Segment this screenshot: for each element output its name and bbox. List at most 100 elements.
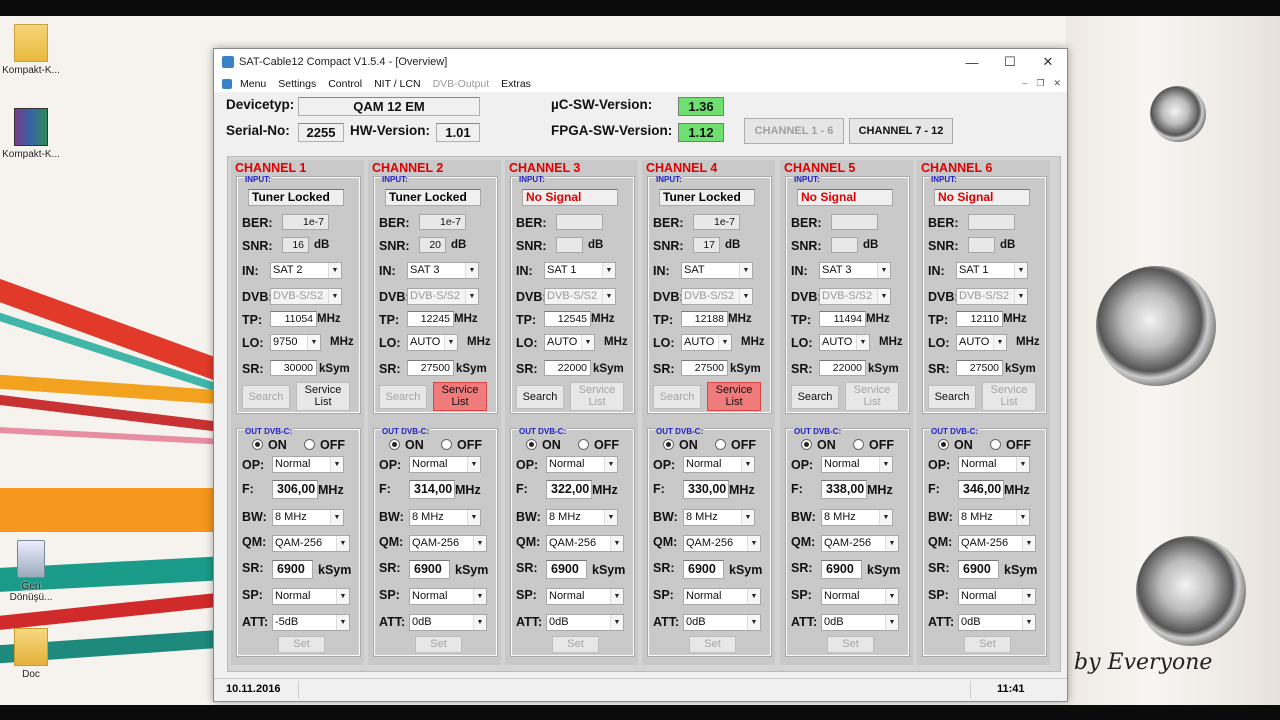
chevron-down-icon[interactable]: ▼ <box>877 263 890 278</box>
chevron-down-icon[interactable]: ▼ <box>473 615 486 630</box>
desktop-icon-kompakt-2[interactable]: Kompakt-K... <box>1 108 61 160</box>
chevron-down-icon[interactable]: ▼ <box>877 289 890 304</box>
output-sr-input[interactable]: 6900 <box>821 560 862 579</box>
chevron-down-icon[interactable]: ▼ <box>856 335 869 350</box>
search-button[interactable]: Search <box>928 385 976 409</box>
service-list-button[interactable]: Service List <box>296 382 350 411</box>
output-on-radio[interactable]: ON <box>526 438 561 452</box>
output-on-radio[interactable]: ON <box>389 438 424 452</box>
chevron-down-icon[interactable]: ▼ <box>1014 263 1027 278</box>
set-button[interactable]: Set <box>689 636 736 653</box>
menu-settings[interactable]: Settings <box>272 78 322 90</box>
service-list-button[interactable]: Service List <box>707 382 761 411</box>
sr-input[interactable]: 27500 <box>407 360 454 376</box>
output-sr-input[interactable]: 6900 <box>546 560 587 579</box>
tp-input[interactable]: 11494 <box>819 311 866 327</box>
frequency-input[interactable]: 330,00 <box>683 480 729 499</box>
input-select[interactable]: SAT 2 ▼ <box>270 262 342 279</box>
sp-select[interactable]: Normal ▼ <box>272 588 350 605</box>
modulation-select[interactable]: QAM-256 ▼ <box>958 535 1036 552</box>
input-select[interactable]: SAT ▼ <box>681 262 753 279</box>
tp-input[interactable]: 12245 <box>407 311 454 327</box>
bandwidth-select[interactable]: 8 MHz ▼ <box>409 509 481 526</box>
bandwidth-select[interactable]: 8 MHz ▼ <box>958 509 1030 526</box>
modulation-select[interactable]: QAM-256 ▼ <box>409 535 487 552</box>
chevron-down-icon[interactable]: ▼ <box>741 457 754 472</box>
modulation-select[interactable]: QAM-256 ▼ <box>272 535 350 552</box>
chevron-down-icon[interactable]: ▼ <box>473 589 486 604</box>
chevron-down-icon[interactable]: ▼ <box>1016 510 1029 525</box>
chevron-down-icon[interactable]: ▼ <box>885 536 898 551</box>
op-select[interactable]: Normal ▼ <box>958 456 1030 473</box>
sp-select[interactable]: Normal ▼ <box>409 588 487 605</box>
input-select[interactable]: SAT 1 ▼ <box>956 262 1028 279</box>
chevron-down-icon[interactable]: ▼ <box>307 335 320 350</box>
lo-select[interactable]: AUTO ▼ <box>407 334 458 351</box>
service-list-button[interactable]: Service List <box>570 382 624 411</box>
chevron-down-icon[interactable]: ▼ <box>336 615 349 630</box>
chevron-down-icon[interactable]: ▼ <box>1022 589 1035 604</box>
chevron-down-icon[interactable]: ▼ <box>739 263 752 278</box>
op-select[interactable]: Normal ▼ <box>683 456 755 473</box>
chevron-down-icon[interactable]: ▼ <box>602 289 615 304</box>
chevron-down-icon[interactable]: ▼ <box>328 263 341 278</box>
chevron-down-icon[interactable]: ▼ <box>879 510 892 525</box>
output-off-radio[interactable]: OFF <box>990 438 1031 452</box>
search-button[interactable]: Search <box>653 385 701 409</box>
bandwidth-select[interactable]: 8 MHz ▼ <box>683 509 755 526</box>
lo-select[interactable]: AUTO ▼ <box>819 334 870 351</box>
set-button[interactable]: Set <box>552 636 599 653</box>
menu-menu[interactable]: Menu <box>234 78 272 90</box>
dvb-select[interactable]: DVB-S/S2 ▼ <box>819 288 891 305</box>
chevron-down-icon[interactable]: ▼ <box>879 457 892 472</box>
chevron-down-icon[interactable]: ▼ <box>336 589 349 604</box>
chevron-down-icon[interactable]: ▼ <box>604 510 617 525</box>
frequency-input[interactable]: 346,00 <box>958 480 1004 499</box>
attenuation-select[interactable]: 0dB ▼ <box>409 614 487 631</box>
chevron-down-icon[interactable]: ▼ <box>444 335 457 350</box>
op-select[interactable]: Normal ▼ <box>821 456 893 473</box>
chevron-down-icon[interactable]: ▼ <box>1022 536 1035 551</box>
output-off-radio[interactable]: OFF <box>715 438 756 452</box>
search-button[interactable]: Search <box>242 385 290 409</box>
chevron-down-icon[interactable]: ▼ <box>739 289 752 304</box>
op-select[interactable]: Normal ▼ <box>409 456 481 473</box>
chevron-down-icon[interactable]: ▼ <box>465 289 478 304</box>
output-sr-input[interactable]: 6900 <box>683 560 724 579</box>
sp-select[interactable]: Normal ▼ <box>683 588 761 605</box>
desktop-icon-recycle-bin[interactable]: Geri Dönüşü... <box>1 540 61 603</box>
chevron-down-icon[interactable]: ▼ <box>610 589 623 604</box>
search-button[interactable]: Search <box>791 385 839 409</box>
desktop-icon-doc[interactable]: Doc <box>1 628 61 680</box>
title-bar[interactable]: SAT-Cable12 Compact V1.5.4 - [Overview] … <box>214 49 1067 75</box>
op-select[interactable]: Normal ▼ <box>546 456 618 473</box>
chevron-down-icon[interactable]: ▼ <box>336 536 349 551</box>
service-list-button[interactable]: Service List <box>982 382 1036 411</box>
input-select[interactable]: SAT 3 ▼ <box>407 262 479 279</box>
set-button[interactable]: Set <box>827 636 874 653</box>
input-select[interactable]: SAT 1 ▼ <box>544 262 616 279</box>
sp-select[interactable]: Normal ▼ <box>546 588 624 605</box>
chevron-down-icon[interactable]: ▼ <box>885 615 898 630</box>
dvb-select[interactable]: DVB-S/S2 ▼ <box>956 288 1028 305</box>
output-on-radio[interactable]: ON <box>252 438 287 452</box>
dvb-select[interactable]: DVB-S/S2 ▼ <box>270 288 342 305</box>
attenuation-select[interactable]: 0dB ▼ <box>546 614 624 631</box>
frequency-input[interactable]: 322,00 <box>546 480 592 499</box>
menu-extras[interactable]: Extras <box>495 78 537 90</box>
lo-select[interactable]: AUTO ▼ <box>544 334 595 351</box>
menu-nit-lcn[interactable]: NIT / LCN <box>368 78 426 90</box>
frequency-input[interactable]: 306,00 <box>272 480 318 499</box>
chevron-down-icon[interactable]: ▼ <box>602 263 615 278</box>
sr-input[interactable]: 22000 <box>544 360 591 376</box>
input-select[interactable]: SAT 3 ▼ <box>819 262 891 279</box>
bandwidth-select[interactable]: 8 MHz ▼ <box>821 509 893 526</box>
mdi-minimize-icon[interactable]: – <box>1022 78 1027 89</box>
channel-7-12-button[interactable]: CHANNEL 7 - 12 <box>849 118 953 144</box>
sp-select[interactable]: Normal ▼ <box>958 588 1036 605</box>
attenuation-select[interactable]: -5dB ▼ <box>272 614 350 631</box>
channel-1-6-button[interactable]: CHANNEL 1 - 6 <box>744 118 844 144</box>
menu-dvb-output[interactable]: DVB-Output <box>427 78 496 90</box>
chevron-down-icon[interactable]: ▼ <box>718 335 731 350</box>
output-off-radio[interactable]: OFF <box>441 438 482 452</box>
